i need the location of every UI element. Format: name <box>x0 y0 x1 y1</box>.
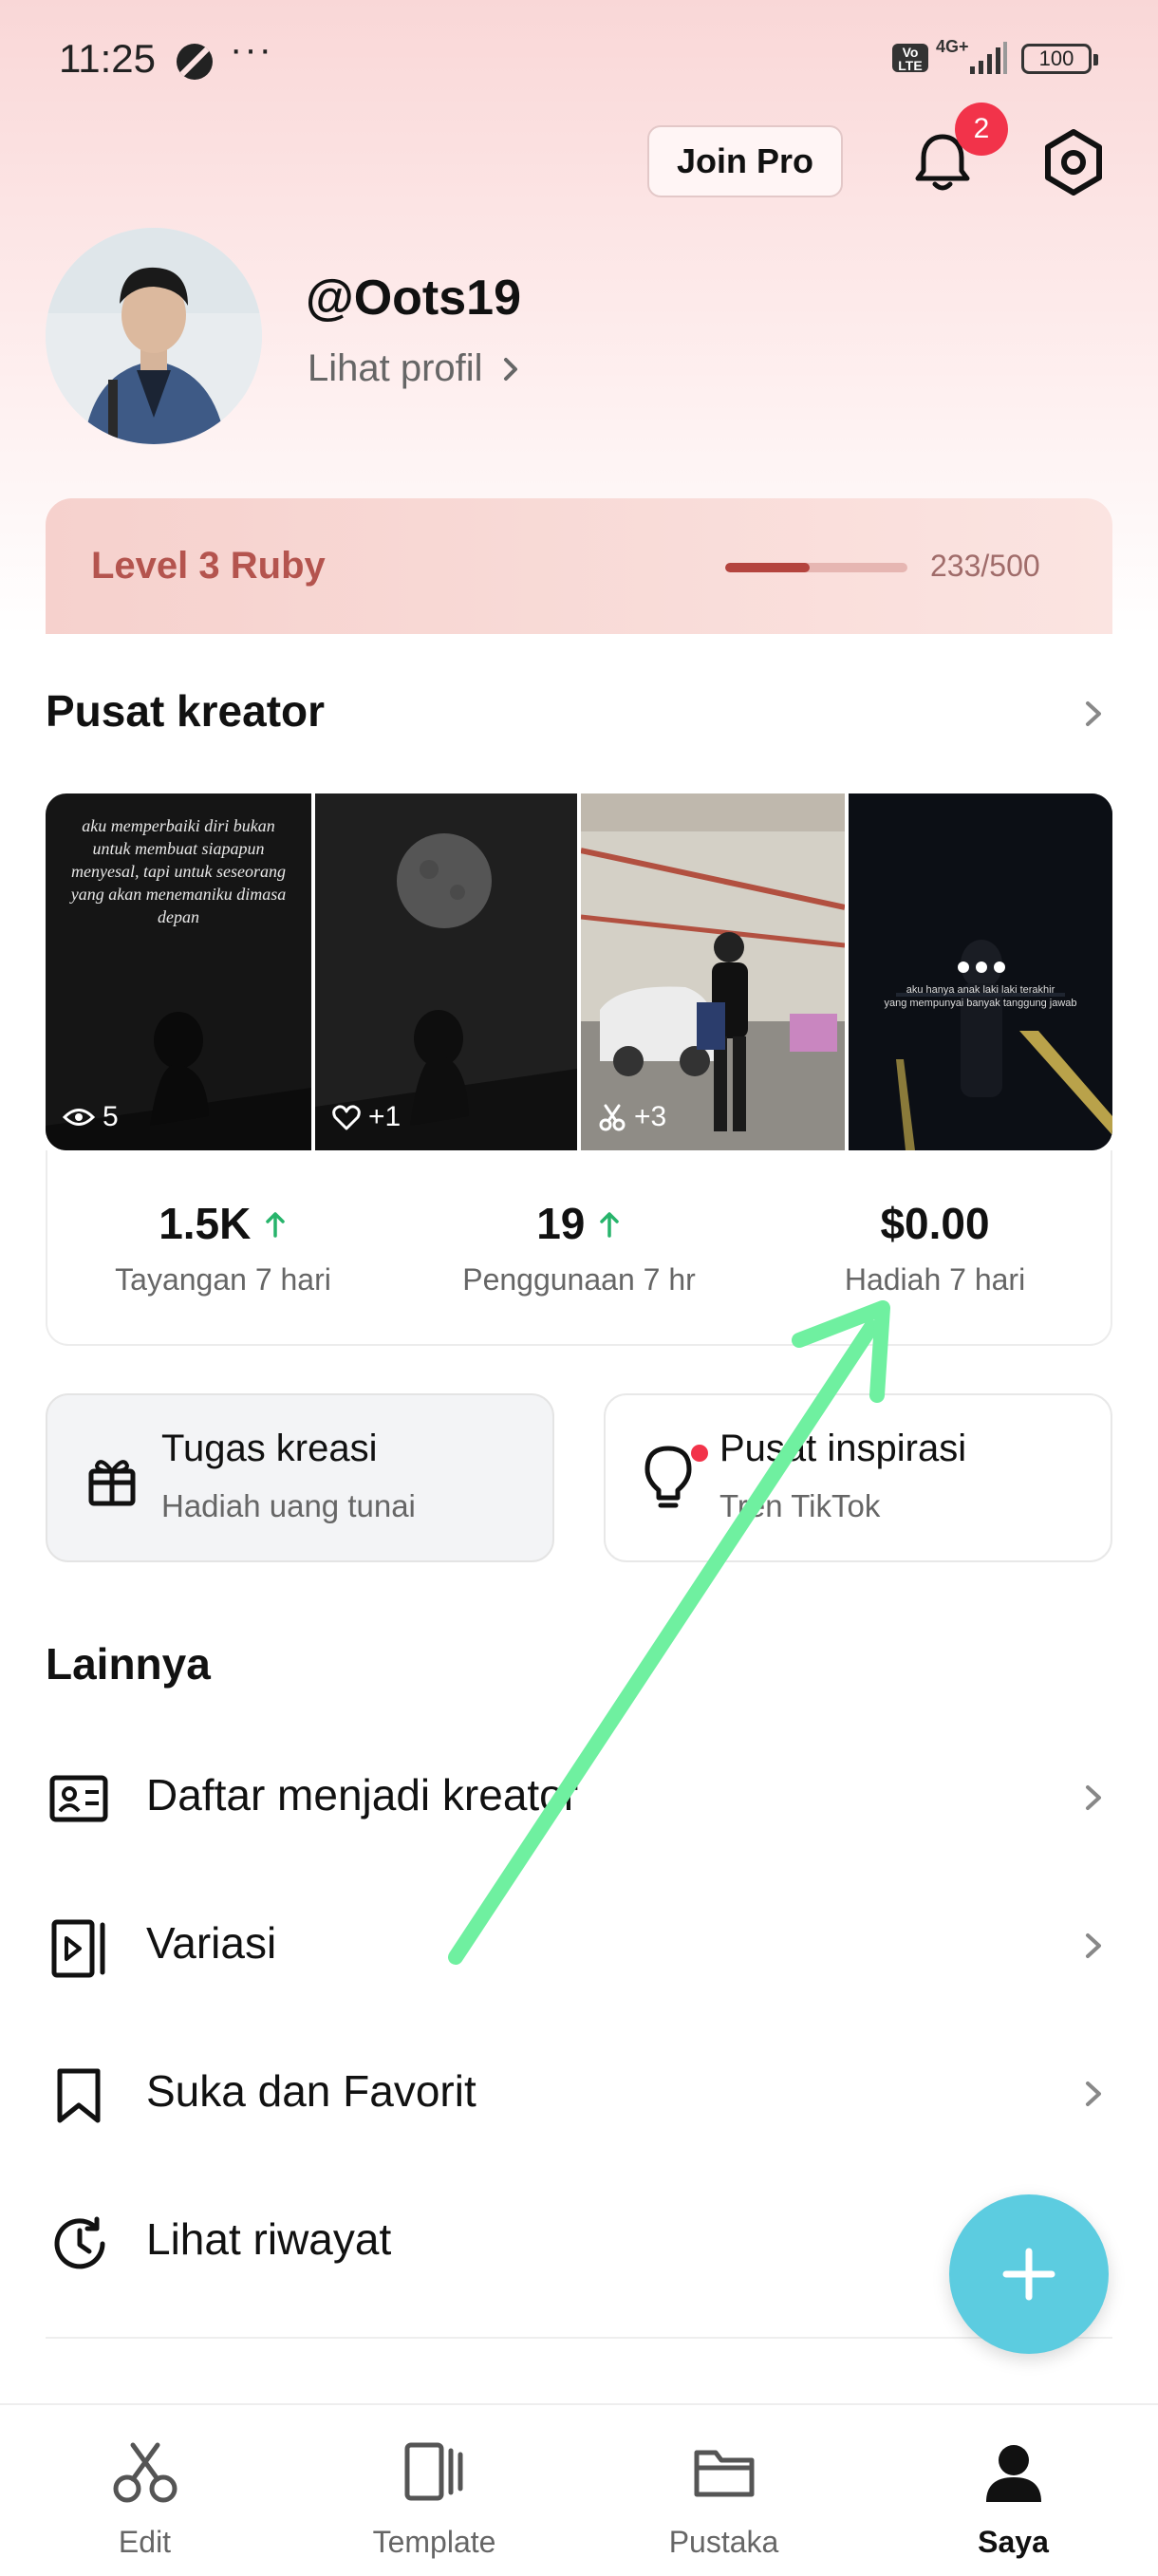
level-label: Level 3 Ruby <box>91 545 326 587</box>
level-progress-fill <box>725 563 811 572</box>
thumbnail-stat: 5 <box>63 1101 119 1133</box>
thumbnail-caption: aku memperbaiki diri bukan untuk membuat… <box>70 816 287 926</box>
thumbnail-4[interactable]: aku hanya anak laki laki terakhir yang m… <box>849 793 1112 1150</box>
scissors-icon <box>599 1104 626 1131</box>
join-pro-button[interactable]: Join Pro <box>647 125 843 197</box>
gear-icon[interactable] <box>1038 127 1109 197</box>
bookmark-icon <box>57 2068 101 2123</box>
view-profile-link[interactable]: Lihat profil <box>308 347 522 390</box>
svg-text:aku hanya anak laki laki terak: aku hanya anak laki laki terakhir <box>906 984 1055 996</box>
battery-icon: 100 <box>1021 44 1098 74</box>
task-title: Tugas kreasi <box>161 1428 378 1469</box>
menu-item-variations[interactable]: Variasi <box>0 1885 1158 2008</box>
do-not-disturb-icon <box>177 44 213 80</box>
nav-label: Template <box>372 2525 496 2559</box>
chevron-right-icon <box>1086 1933 1101 1958</box>
menu-label: Lihat riwayat <box>146 2214 392 2264</box>
stat-label: Hadiah 7 hari <box>844 1262 1026 1297</box>
menu-label: Daftar menjadi kreator <box>146 1770 579 1820</box>
person-icon <box>986 2445 1041 2502</box>
chevron-right-icon <box>1086 2081 1101 2106</box>
volte-icon: Vo LTE <box>892 44 928 72</box>
menu-item-register-creator[interactable]: Daftar menjadi kreator <box>0 1737 1158 1860</box>
divider <box>46 2337 1112 2339</box>
stat-views: 1.5K <box>46 1198 401 1249</box>
svg-text:yang mempunyai banyak tanggung: yang mempunyai banyak tanggung jawab <box>884 998 1076 1009</box>
heart-icon <box>332 1105 361 1130</box>
task-card-creation[interactable]: Tugas kreasi Hadiah uang tunai <box>46 1393 554 1562</box>
status-more-dots: ··· <box>230 28 273 70</box>
nav-label: Edit <box>118 2525 172 2559</box>
template-icon <box>404 2442 463 2501</box>
nav-template[interactable]: Template <box>290 2405 579 2576</box>
bottom-navigation: Edit Template Pustaka Saya <box>0 2403 1158 2574</box>
stat-value: 1.5K <box>159 1199 252 1248</box>
history-icon <box>54 2216 105 2269</box>
more-section-title: Lainnya <box>46 1639 211 1689</box>
scissors-icon <box>113 2442 177 2503</box>
nav-library[interactable]: Pustaka <box>579 2405 868 2576</box>
task-subtitle: Hadiah uang tunai <box>161 1488 416 1523</box>
thumbnail-stat: +3 <box>598 1101 666 1133</box>
more-dots-icon <box>958 961 1005 973</box>
chevron-right-icon <box>503 358 517 381</box>
creator-thumbnails: aku memperbaiki diri bukan untuk membuat… <box>46 793 1112 1150</box>
gift-icon <box>88 1460 136 1506</box>
add-button[interactable] <box>949 2194 1109 2354</box>
id-card-icon <box>49 1775 108 1822</box>
status-time: 11:25 <box>59 36 156 81</box>
nav-profile[interactable]: Saya <box>868 2405 1158 2576</box>
eye-icon <box>63 1109 95 1126</box>
task-subtitle: Tren TikTok <box>719 1488 881 1523</box>
lightbulb-icon <box>644 1446 692 1508</box>
stat-value: 19 <box>536 1199 586 1248</box>
thumbnail-3[interactable]: +3 <box>581 793 845 1150</box>
menu-item-likes-favorites[interactable]: Suka dan Favorit <box>0 2033 1158 2156</box>
nav-label: Saya <box>978 2525 1049 2559</box>
avatar[interactable] <box>46 228 262 444</box>
new-indicator-dot <box>691 1445 708 1462</box>
plus-icon <box>1002 2248 1055 2301</box>
notification-badge: 2 <box>955 103 1008 156</box>
arrow-up-icon <box>266 1212 285 1238</box>
level-progress-text: 233/500 <box>930 549 1040 583</box>
chevron-right-icon <box>1086 1785 1101 1810</box>
stat-rewards: $0.00 <box>880 1199 990 1248</box>
task-card-inspiration[interactable]: Pusat inspirasi Tren TikTok <box>604 1393 1112 1562</box>
task-title: Pusat inspirasi <box>719 1428 967 1469</box>
nav-label: Pustaka <box>668 2525 779 2559</box>
arrow-up-icon <box>600 1212 619 1238</box>
stat-label: Tayangan 7 hari <box>115 1262 331 1297</box>
menu-item-history[interactable]: Lihat riwayat <box>0 2181 949 2305</box>
signal-icon <box>970 42 1007 74</box>
thumbnail-2[interactable]: +1 <box>315 793 577 1150</box>
thumbnail-stat: +1 <box>332 1101 401 1133</box>
video-variation-icon <box>51 1919 105 1978</box>
username: @Oots19 <box>306 271 521 326</box>
menu-label: Suka dan Favorit <box>146 2066 476 2116</box>
nav-edit[interactable]: Edit <box>0 2405 290 2576</box>
creator-center-title: Pusat kreator <box>46 686 326 736</box>
level-progress-bar <box>725 563 907 572</box>
folder-icon <box>694 2450 755 2497</box>
network-type: 4G+ <box>936 37 969 56</box>
chevron-right-icon[interactable] <box>1078 699 1109 729</box>
menu-label: Variasi <box>146 1918 277 1968</box>
stat-label: Penggunaan 7 hr <box>462 1262 696 1297</box>
view-profile-label: Lihat profil <box>308 347 483 389</box>
stat-usage: 19 <box>401 1198 757 1249</box>
thumbnail-1[interactable]: aku memperbaiki diri bukan untuk membuat… <box>46 793 311 1150</box>
